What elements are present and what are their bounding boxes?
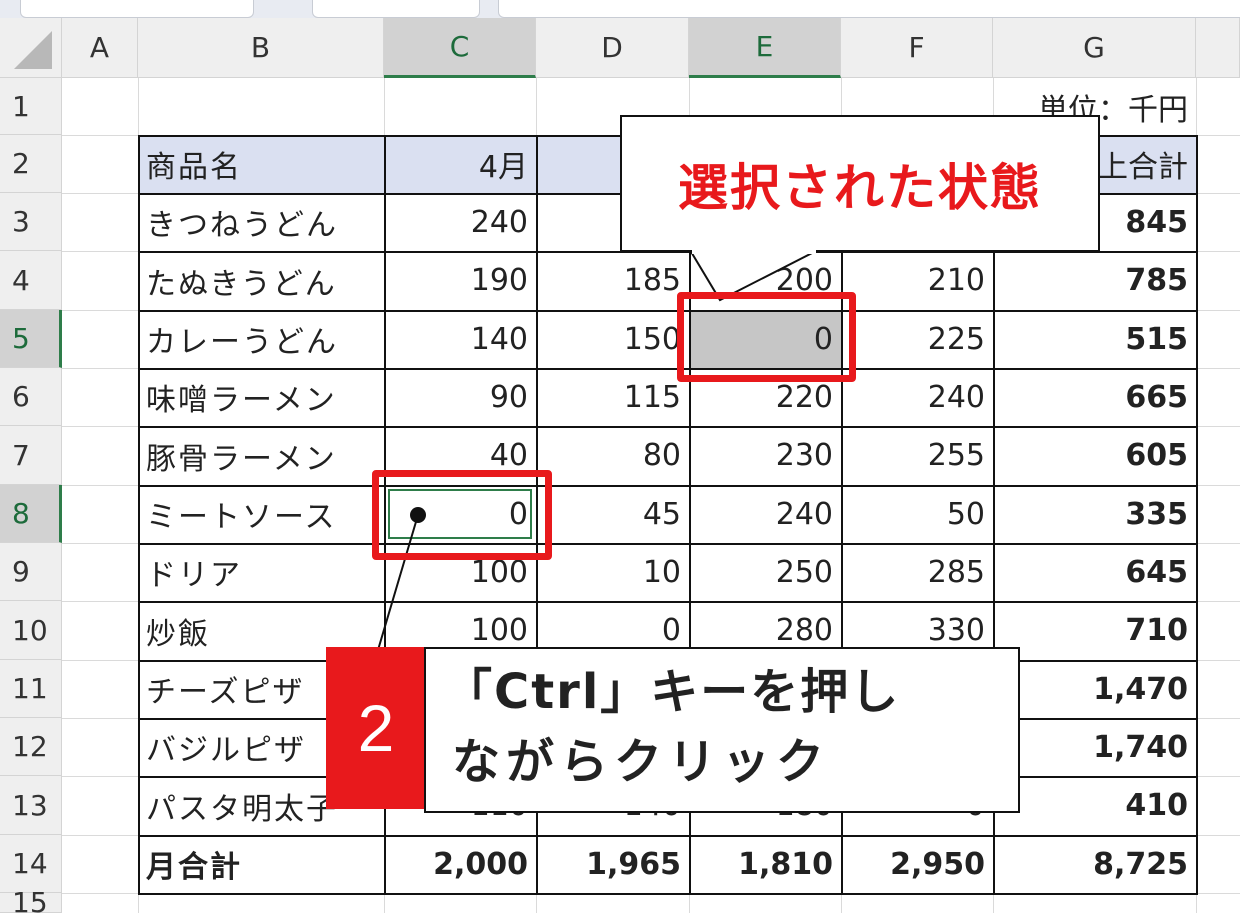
step-badge: 2 [326,647,426,809]
callout-selected-state-text: 選択された状態 [678,158,1042,217]
step-number: 2 [357,691,395,765]
callout-ctrl-click: 「Ctrl」キーを押し ながらクリック [424,647,1020,813]
callout-ctrl-click-line1: 「Ctrl」キーを押し [444,664,901,720]
highlight-e5 [677,292,856,382]
highlight-c8 [372,470,552,560]
callout-selected-state: 選択された状態 [620,115,1100,252]
callout-tail-mask [692,248,816,254]
callout-ctrl-click-line2: ながらクリック [452,734,831,790]
